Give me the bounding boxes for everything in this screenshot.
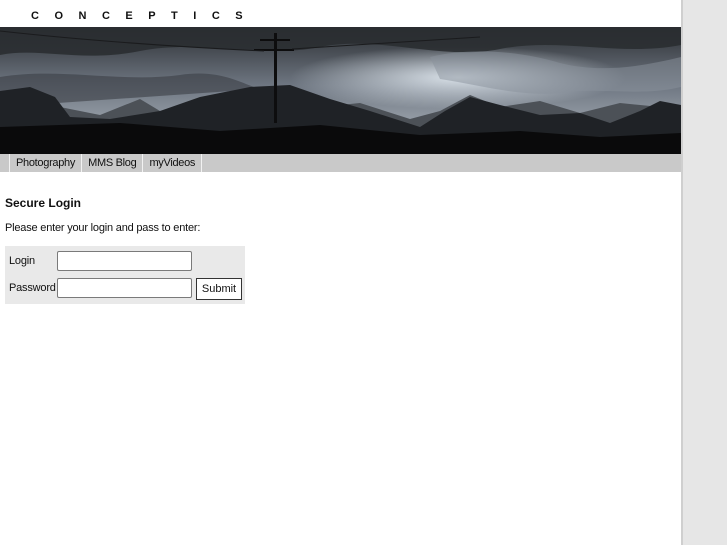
main-nav: Photography MMS Blog myVideos (0, 154, 681, 172)
landscape-image (0, 27, 681, 154)
nav-item-myvideos[interactable]: myVideos (142, 154, 203, 172)
page-title: Secure Login (5, 196, 82, 210)
header-banner-image (0, 27, 681, 154)
password-input[interactable] (57, 278, 192, 298)
password-label: Password (9, 282, 56, 294)
login-label: Login (9, 255, 35, 267)
site-logo[interactable]: CONCEPTICS (31, 10, 258, 22)
nav-item-photography[interactable]: Photography (9, 154, 81, 172)
login-instructions: Please enter your login and pass to ente… (5, 222, 201, 234)
nav-item-mms-blog[interactable]: MMS Blog (81, 154, 142, 172)
submit-button[interactable]: Submit (196, 278, 242, 300)
login-form: Login Password Submit (5, 246, 245, 304)
login-input[interactable] (57, 251, 192, 271)
page-container: CONCEPTICS Photography MMS Blog myVideos… (0, 0, 683, 545)
